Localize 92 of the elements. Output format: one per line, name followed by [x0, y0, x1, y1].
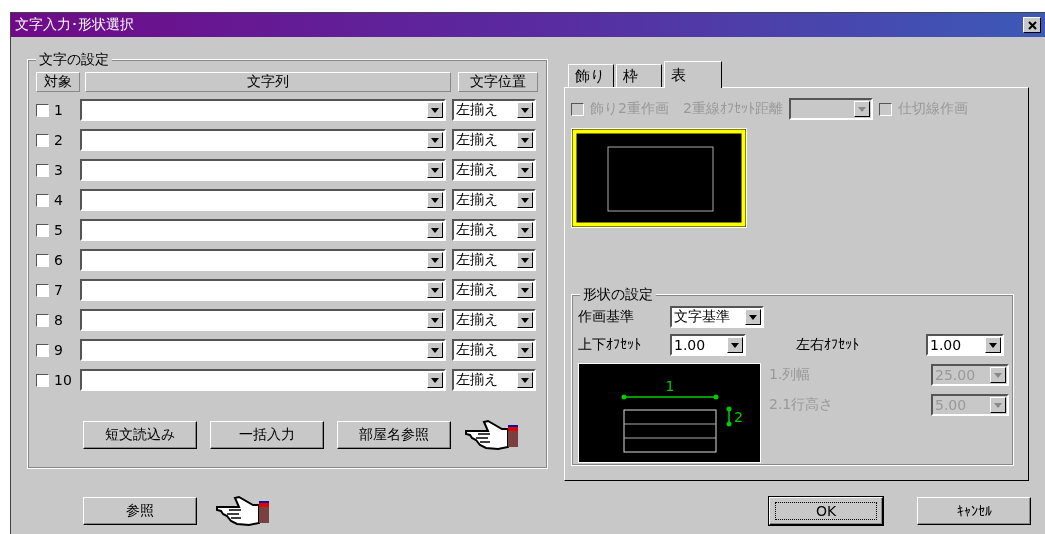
- dropdown-arrow-icon: [989, 342, 997, 348]
- checkbox[interactable]: [36, 283, 49, 297]
- dropdown-arrow-icon: [431, 197, 439, 203]
- dropdown-arrow-icon: [431, 287, 439, 293]
- checkbox[interactable]: [36, 133, 49, 147]
- row-number: 8: [53, 312, 64, 328]
- browse-button[interactable]: 参照: [83, 497, 197, 525]
- row-number: 5: [53, 222, 64, 238]
- vertical-offset-dropdown[interactable]: 1.00: [670, 334, 746, 356]
- dropdown-arrow-icon: [431, 317, 439, 323]
- dropdown-arrow-icon: [431, 377, 439, 383]
- text-dropdown[interactable]: [80, 309, 446, 331]
- dropdown-arrow-icon: [521, 107, 529, 113]
- checkbox[interactable]: [36, 193, 49, 207]
- checkbox[interactable]: [36, 223, 49, 237]
- pointing-hand-icon: [464, 419, 520, 451]
- dropdown-arrow-icon: [431, 257, 439, 263]
- dropdown-arrow-icon: [431, 167, 439, 173]
- tab[interactable]: 表: [664, 61, 722, 88]
- dropdown-arrow-icon: [994, 372, 1002, 378]
- dropdown-arrow-icon: [521, 167, 529, 173]
- row-number: 1: [53, 102, 64, 118]
- dropdown-arrow-icon: [431, 347, 439, 353]
- checkbox[interactable]: [36, 163, 49, 177]
- tab[interactable]: 枠: [616, 64, 662, 87]
- position-dropdown[interactable]: 左揃え: [452, 219, 536, 241]
- position-dropdown[interactable]: 左揃え: [452, 369, 536, 391]
- position-dropdown[interactable]: 左揃え: [452, 129, 536, 151]
- column-header: 対象: [36, 72, 80, 92]
- action-button[interactable]: 部屋名参照: [337, 421, 451, 449]
- drawing-basis-dropdown[interactable]: 文字基準: [670, 306, 764, 328]
- text-dropdown[interactable]: [80, 129, 446, 151]
- checkbox[interactable]: [36, 343, 49, 357]
- action-button[interactable]: 短文読込み: [83, 421, 197, 449]
- window-title: 文字入力･形状選択: [15, 16, 134, 34]
- row-number: 3: [53, 162, 64, 178]
- dropdown-arrow-icon: [857, 106, 866, 112]
- position-dropdown[interactable]: 左揃え: [452, 279, 536, 301]
- text-dropdown[interactable]: [80, 219, 446, 241]
- dropdown-arrow-icon: [994, 402, 1002, 408]
- dropdown-arrow-icon: [521, 347, 529, 353]
- text-dropdown[interactable]: [80, 189, 446, 211]
- row-number: 7: [53, 282, 64, 298]
- position-dropdown[interactable]: 左揃え: [452, 249, 536, 271]
- ok-button[interactable]: OK: [769, 497, 883, 525]
- text-dropdown[interactable]: [80, 249, 446, 271]
- column-header: 文字列: [85, 72, 451, 92]
- row-number: 2: [53, 132, 64, 148]
- dropdown-arrow-icon: [431, 107, 439, 113]
- row-number: 10: [53, 372, 73, 388]
- tab[interactable]: 飾り: [568, 64, 614, 87]
- text-dropdown[interactable]: [80, 369, 446, 391]
- field-label: 上下ｵﾌｾｯﾄ: [578, 336, 642, 354]
- dropdown-arrow-icon: [521, 257, 529, 263]
- dropdown-arrow-icon: [431, 137, 439, 143]
- dropdown-arrow-icon: [731, 342, 739, 348]
- dropdown-arrow-icon: [749, 314, 757, 320]
- horizontal-offset-dropdown[interactable]: 1.00: [926, 334, 1004, 356]
- position-dropdown[interactable]: 左揃え: [452, 309, 536, 331]
- pointing-hand-icon: [215, 495, 271, 527]
- checkbox[interactable]: [36, 253, 49, 267]
- close-button[interactable]: [1023, 17, 1041, 33]
- dropdown-arrow-icon: [521, 227, 529, 233]
- dropdown-arrow-icon: [431, 227, 439, 233]
- dropdown-arrow-icon: [521, 287, 529, 293]
- group-title: 形状の設定: [580, 286, 656, 304]
- row-number: 9: [53, 342, 64, 358]
- checkbox[interactable]: [36, 103, 49, 117]
- cancel-button[interactable]: ｷｬﾝｾﾙ: [917, 497, 1031, 525]
- checkbox[interactable]: [36, 373, 49, 387]
- position-dropdown[interactable]: 左揃え: [452, 189, 536, 211]
- position-dropdown[interactable]: 左揃え: [452, 159, 536, 181]
- row-number: 4: [53, 192, 64, 208]
- close-icon: [1027, 20, 1037, 30]
- text-dropdown[interactable]: [80, 339, 446, 361]
- field-label: 作画基準: [578, 308, 635, 326]
- text-dropdown[interactable]: [80, 99, 446, 121]
- position-dropdown[interactable]: 左揃え: [452, 339, 536, 361]
- dropdown-arrow-icon: [521, 317, 529, 323]
- position-dropdown[interactable]: 左揃え: [452, 99, 536, 121]
- row-number: 6: [53, 252, 64, 268]
- group-title: 文字の設定: [36, 51, 112, 69]
- action-button[interactable]: 一括入力: [210, 421, 324, 449]
- dropdown-arrow-icon: [521, 377, 529, 383]
- text-dropdown[interactable]: [80, 279, 446, 301]
- text-dropdown[interactable]: [80, 159, 446, 181]
- table-diagram-drawing: 1 2: [579, 364, 760, 462]
- field-label: 左右ｵﾌｾｯﾄ: [796, 336, 860, 354]
- dropdown-arrow-icon: [521, 197, 529, 203]
- column-header: 文字位置: [458, 72, 538, 92]
- dropdown-arrow-icon: [521, 137, 529, 143]
- checkbox[interactable]: [36, 313, 49, 327]
